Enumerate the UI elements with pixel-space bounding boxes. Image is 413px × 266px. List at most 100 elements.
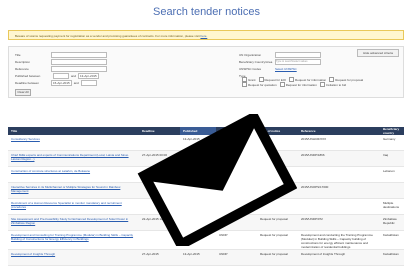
table-row[interactable]: Construction of concrete structures at L… [8, 166, 404, 183]
table-cell [139, 198, 180, 215]
reference-input[interactable] [51, 65, 107, 72]
scam-notice: Beware of scams requesting payment for r… [8, 30, 404, 40]
notice-text: Beware of scams requesting payment for r… [15, 34, 200, 38]
tender-title-link[interactable]: Development of Insights Through [11, 252, 55, 256]
table-cell [180, 182, 216, 199]
type-checkbox[interactable] [279, 82, 285, 87]
table-cell: Iraq [380, 150, 404, 167]
table-cell: Consultancy Services [8, 135, 139, 151]
table-cell [298, 198, 380, 215]
table-cell: 13-Apr-2015 [180, 214, 216, 231]
table-cell [180, 166, 216, 183]
table-cell [380, 182, 404, 199]
table-cell: Request for proposal [257, 249, 298, 266]
table-row[interactable]: Interactive Services in its Multichannel… [8, 182, 404, 199]
beneficiary-label: Beneficiary Country/Area [239, 59, 273, 64]
un-org-label: UN Organization [239, 52, 262, 57]
tender-table: Title Deadline Published UN organization… [8, 127, 404, 266]
table-cell: Zimbabwe Republic [380, 214, 404, 231]
title-label: Title [15, 52, 21, 57]
table-cell: Lebanon [380, 166, 404, 183]
description-input[interactable] [51, 58, 107, 65]
tender-title-link[interactable]: Construction of concrete structures at L… [11, 169, 90, 173]
col-title[interactable]: Title [8, 127, 139, 135]
table-cell: Request for EOI [257, 182, 298, 199]
table-cell: Development of Insights Through [8, 249, 139, 266]
tender-title-link[interactable]: Recruitment of a Human Resource Speciali… [11, 201, 122, 209]
table-cell: 2015/UNDP/072 [298, 214, 380, 231]
tender-title-link[interactable]: Interactive Services in its Multichannel… [11, 185, 120, 193]
published-from-input[interactable] [53, 72, 69, 79]
and-label: and [71, 73, 77, 78]
clear-all-button[interactable]: Clear All [15, 89, 31, 96]
type-option-label: Request for information [285, 82, 317, 87]
table-row[interactable]: Development of Insights Through 27-Apr-20… [8, 249, 404, 266]
type-checkbox[interactable] [242, 82, 247, 87]
table-cell [257, 198, 298, 215]
table-cell [216, 166, 257, 183]
type-checkboxes-2: Request for quotation Request for informa… [239, 82, 346, 87]
table-cell: Interactive Services in its Multichannel… [8, 182, 139, 199]
type-option-label: Request for EOI [264, 77, 287, 82]
table-cell: 13-Apr-2015 [180, 249, 216, 266]
table-cell: Development of Insights Through [298, 249, 380, 266]
published-to-input[interactable]: 13-Apr-2015 [78, 72, 99, 79]
table-cell [257, 135, 298, 151]
advanced-criteria-button[interactable]: Hide advanced criteria [357, 49, 399, 57]
table-cell [257, 166, 298, 183]
col-reference[interactable]: Reference [298, 127, 380, 135]
table-cell: Site Assessment and Pre-Feasibility Stud… [8, 214, 139, 231]
table-cell: 13-Apr-2015 [180, 150, 216, 167]
title-input[interactable] [51, 51, 107, 58]
deadline-to-input[interactable] [80, 79, 97, 86]
table-cell: UN Secretariat [216, 135, 257, 151]
table-cell: UNDP [216, 249, 257, 266]
deadline-from-input[interactable]: 15-Apr-2015 [51, 79, 72, 86]
and-label-2: and [73, 80, 79, 85]
table-cell [139, 182, 180, 199]
table-cell [180, 198, 216, 215]
notice-link[interactable]: here. [200, 34, 207, 38]
un-org-select[interactable] [275, 51, 321, 58]
col-beneficiary-country[interactable]: Beneficiary country [380, 127, 404, 135]
search-filters: Title Description Reference Published be… [8, 46, 404, 98]
beneficiary-input[interactable]: Type to search/select values [275, 58, 321, 65]
table-cell [216, 214, 257, 231]
table-row[interactable]: Recruitment of a Human Resource Speciali… [8, 198, 404, 215]
table-cell [298, 166, 380, 183]
col-un-organization[interactable]: UN organization [216, 127, 257, 135]
tender-title-link[interactable]: Site Assessment and Pre-Feasibility Stud… [11, 217, 128, 225]
table-cell [257, 150, 298, 167]
type-option-label: Request for proposal [335, 77, 364, 82]
table-cell: 22-Apr-2015 11:00 [139, 214, 180, 231]
published-label: Published between [15, 73, 41, 78]
unspsc-link[interactable]: Select UNSPSC [275, 67, 297, 71]
table-cell [216, 150, 257, 167]
table-cell: Construction of concrete structures at L… [8, 166, 139, 183]
unspsc-label: UNSPSC Codes [239, 66, 262, 71]
type-checkbox[interactable] [319, 82, 325, 87]
deadline-label: Deadline between [15, 80, 40, 85]
type-option-label: Request for quotation [248, 82, 277, 87]
tender-title-link[interactable]: Chief M&E experts and experts of Communi… [11, 153, 129, 161]
table-cell: Multiple destinations [380, 198, 404, 215]
type-option-label: Invitation to bid [325, 82, 347, 87]
col-type-of-notice[interactable]: Type of notice [257, 127, 298, 135]
reference-label: Reference [15, 66, 29, 71]
table-cell [139, 135, 180, 151]
table-row[interactable]: Consultancy Services 13-Apr-2015 UN Secret… [8, 135, 404, 151]
col-published[interactable]: Published [180, 127, 216, 135]
table-cell: 2015/UNDP/1866 [298, 150, 380, 167]
table-row[interactable]: Site Assessment and Pre-Feasibility Stud… [8, 214, 404, 231]
table-cell: 27-Apr-2015 [139, 249, 180, 266]
col-deadline[interactable]: Deadline [139, 127, 180, 135]
table-row[interactable]: Chief M&E experts and experts of Communi… [8, 150, 404, 167]
table-cell: Request for proposal [257, 214, 298, 231]
table-cell [216, 182, 257, 199]
table-cell: Kazakhstan [380, 249, 404, 266]
table-cell: Recruitment of a Human Resource Speciali… [8, 198, 139, 215]
type-option-label: Request for information [295, 77, 327, 82]
tender-title-link[interactable]: Development and Consulting for Training … [11, 233, 133, 241]
table-cell [216, 198, 257, 215]
tender-title-link[interactable]: Consultancy Services [11, 137, 40, 141]
